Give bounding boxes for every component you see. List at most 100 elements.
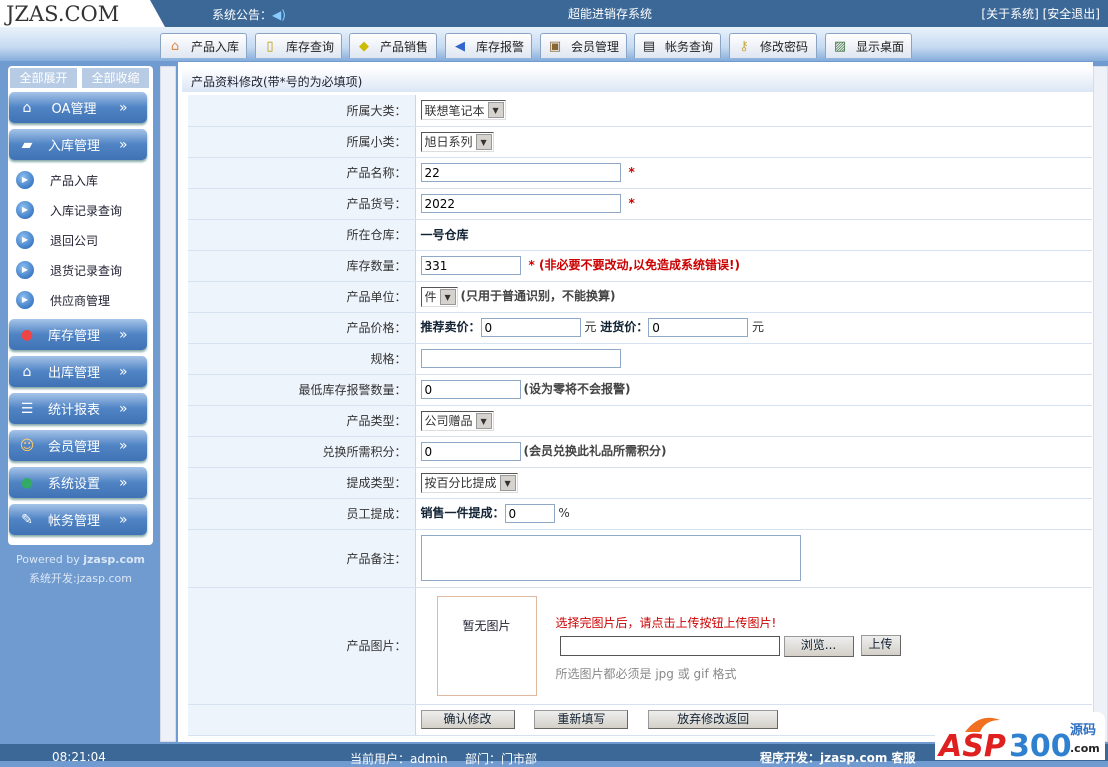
powered-prefix: Powered by [15,553,84,566]
nav-label: 修改密码 [760,39,809,54]
spec-input[interactable] [420,349,621,368]
sidebar-group-stock-out[interactable]: ⌂ 出库管理 » [9,356,147,387]
sidebar: 全部展开 全部收缩 ⌂ OA管理 » ▰ 入库管理 » ▶ 产品入库 ▶ 入库记录查询 ▶ 退… [8,66,153,545]
subcategory-select[interactable]: 旭日系列 ▼ [420,131,494,152]
nav-accounts[interactable]: ▤ 帐务查询 [634,33,721,58]
commission-type-label: 提成类型： [188,467,416,499]
nav-label: 显示桌面 [856,39,905,54]
nav-members[interactable]: ▣ 会员管理 [540,33,627,58]
sidebar-item-product-in[interactable]: ▶ 产品入库 [16,169,146,191]
name-input[interactable] [420,163,621,182]
powered-by: Powered by jzasp.com 系统开发:jzasp.com [8,550,153,588]
stock-label: 库存数量： [188,250,416,282]
select-value: 件 [424,290,437,304]
name-label: 产品名称： [188,157,416,189]
warehouse-label: 所在仓库： [188,219,416,251]
hand-house-icon: ⌂ [22,363,32,380]
tag-icon: ◆ [359,38,369,54]
currency-label: 元 [752,320,765,334]
required-mark: * [628,196,635,210]
sidebar-group-inventory[interactable]: ● 库存管理 » [9,319,147,350]
chevron-down-icon: ▼ [487,102,504,119]
collapse-all-button[interactable]: 全部收缩 [82,68,149,88]
group-label: 出库管理 [47,366,100,381]
sidebar-item-return-records[interactable]: ▶ 退货记录查询 [16,259,146,281]
remark-textarea[interactable] [420,535,801,581]
play-icon: ▶ [16,261,34,279]
confirm-button[interactable]: 确认修改 [420,710,515,729]
play-icon: ▶ [16,291,34,309]
upload-button[interactable]: 上传 [860,634,901,656]
item-label: 供应商管理 [50,293,111,308]
file-path-input[interactable] [559,635,780,656]
item-label: 退货记录查询 [50,263,123,278]
currency-label: 元 [584,320,597,334]
min-stock-label: 最低库存报警数量： [188,374,416,406]
commission-type-select[interactable]: 按百分比提成 ▼ [420,472,518,493]
system-notice: 系统公告：◀) [212,6,286,23]
nav-toolbar: ⌂ 产品入库 ▯ 库存查询 ◆ 产品销售 ◀ 库存报警 ▣ 会员管理 ▤ 帐务查询 ⚷ 修改密… [0,27,1108,61]
main-content: 产品资料修改(带*号的为必填项) 所属大类： 联想笔记本 ▼ 所属小类： 旭日系列 ▼ … [178,62,1093,742]
sidebar-group-reports[interactable]: ☰ 统计报表 » [9,393,147,424]
group-label: 系统设置 [47,477,100,492]
reset-button[interactable]: 重新填写 [534,710,629,729]
chevron-right-icon: » [119,136,128,153]
sidebar-group-members[interactable]: ☺ 会员管理 » [9,430,147,461]
select-value: 公司赠品 [424,414,473,428]
chevron-right-icon: » [119,400,128,417]
image-label: 产品图片： [188,587,416,705]
nav-change-password[interactable]: ⚷ 修改密码 [729,33,817,58]
unit-select[interactable]: 件 ▼ [420,286,458,307]
nav-sales[interactable]: ◆ 产品销售 [349,33,437,58]
select-value: 按百分比提成 [424,476,497,490]
warehouse-value: 一号仓库 [420,228,469,242]
sidebar-item-in-records[interactable]: ▶ 入库记录查询 [16,199,146,221]
commission-per-label: 销售一件提成： [420,506,505,520]
sidebar-group-oa[interactable]: ⌂ OA管理 » [9,92,147,123]
browse-button[interactable]: 浏览... [783,635,854,657]
expand-all-button[interactable]: 全部展开 [10,68,77,88]
form-title: 产品资料修改(带*号的为必填项) [182,68,1093,92]
buy-price-input[interactable] [648,318,749,337]
code-input[interactable] [420,194,621,213]
sidebar-group-finance[interactable]: ✎ 帐务管理 » [9,504,147,535]
sidebar-item-suppliers[interactable]: ▶ 供应商管理 [16,289,146,311]
chevron-down-icon: ▼ [439,288,456,305]
cancel-button[interactable]: 放弃修改返回 [648,710,779,729]
developer-credit: 系统开发:jzasp.com [29,572,132,585]
nav-label: 产品入库 [191,39,240,54]
points-input[interactable] [420,442,521,461]
sidebar-item-return[interactable]: ▶ 退回公司 [16,229,146,251]
logout-link[interactable]: [安全退出] [1043,7,1100,21]
chevron-right-icon: » [119,326,128,343]
nav-product-in[interactable]: ⌂ 产品入库 [160,33,247,58]
current-user: 当前用户：admin [350,752,448,766]
about-link[interactable]: [关于系统] [981,7,1038,21]
department: 部门：门市部 [465,752,538,766]
product-form: 所属大类：联想笔记本▼ 所属小类：旭日系列▼ 产品名称：* 产品货号：* 所在仓… [188,95,1092,736]
commission-input[interactable] [504,504,555,523]
nav-label: 库存报警 [476,39,525,54]
nav-label: 库存查询 [286,39,335,54]
buttons-label-cell [188,704,416,736]
nav-stock-alert[interactable]: ◀ 库存报警 [445,33,532,58]
left-scrollbar[interactable] [160,66,176,742]
chevron-right-icon: » [119,99,128,116]
type-select[interactable]: 公司赠品 ▼ [420,410,494,431]
nav-show-desktop[interactable]: ▨ 显示桌面 [825,33,912,58]
stock-input[interactable] [420,256,521,275]
category-select[interactable]: 联想笔记本 ▼ [420,100,506,121]
clock: 08:21:04 [52,750,106,764]
right-scrollbar[interactable] [1093,66,1108,742]
book-icon: ▯ [266,38,274,54]
pen-paper-icon: ✎ [21,511,33,528]
sidebar-group-stock-in[interactable]: ▰ 入库管理 » [9,129,147,160]
key-icon: ⚷ [739,38,749,54]
sidebar-group-settings[interactable]: ● 系统设置 » [9,467,147,498]
asp300-watermark-logo: ASP 300 源码 .com [935,712,1105,764]
developer-info: 程序开发：jzasp.com 客服 [760,751,916,765]
required-mark: * [628,165,635,179]
min-stock-input[interactable] [420,380,521,399]
sell-price-input[interactable] [480,318,581,337]
nav-stock-query[interactable]: ▯ 库存查询 [255,33,342,58]
